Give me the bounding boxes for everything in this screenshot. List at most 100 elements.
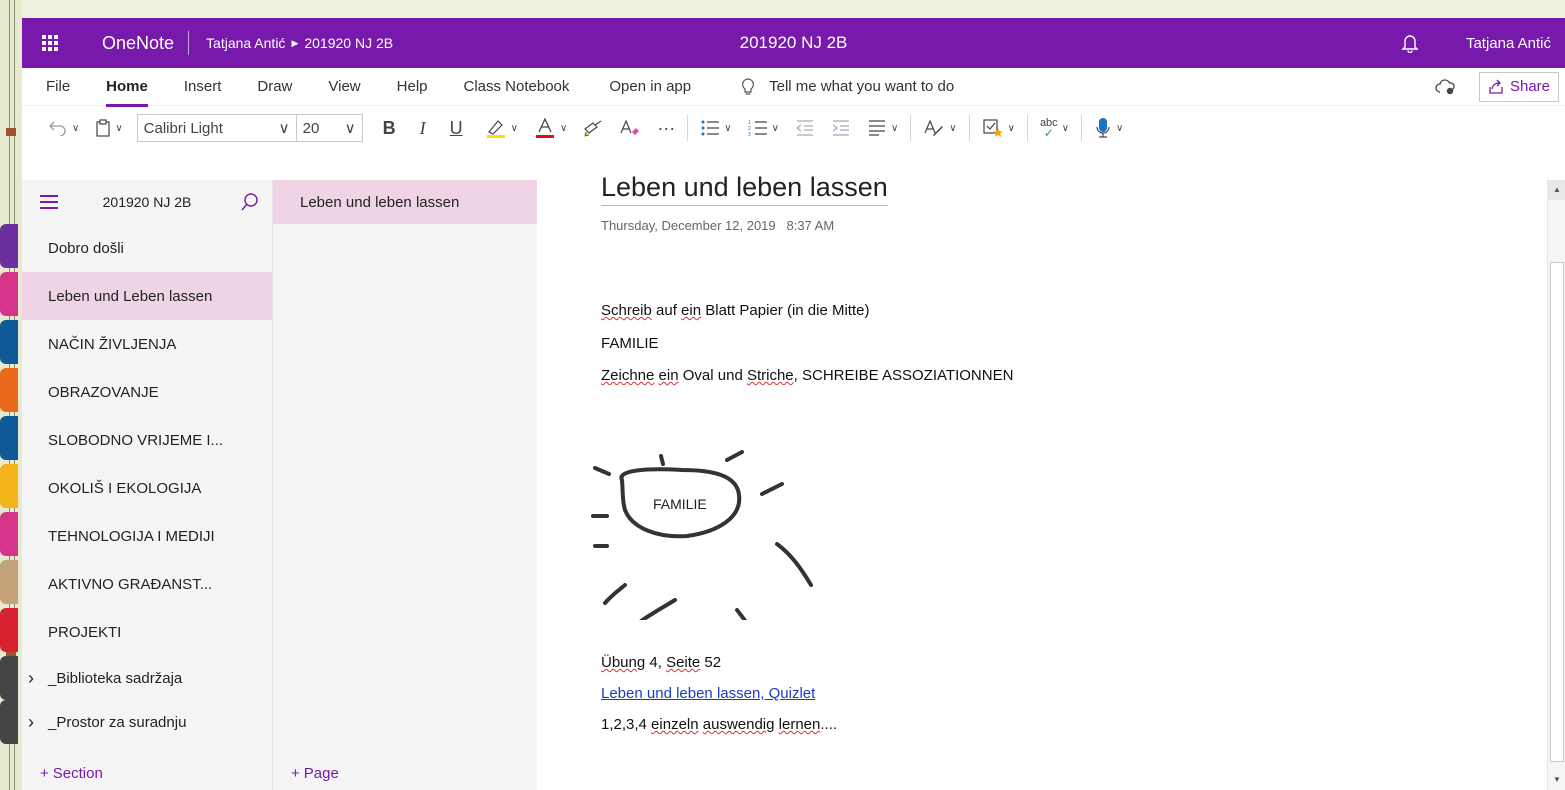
note-line-5[interactable]: Leben und leben lassen, Quizlet — [601, 685, 815, 702]
search-icon[interactable] — [240, 192, 260, 212]
section-item[interactable]: › _Prostor za suradnju — [0, 700, 272, 744]
dictate-button[interactable]: ∨ — [1086, 113, 1131, 143]
app-header: OneNote Tatjana Antić ▶ 201920 NJ 2B 201… — [22, 18, 1565, 68]
underline-button[interactable]: U — [442, 113, 471, 143]
quizlet-link[interactable]: Leben und leben lassen, Quizlet — [601, 685, 815, 702]
align-left-icon — [868, 120, 885, 136]
styles-button[interactable]: ∨ — [915, 113, 964, 143]
section-item[interactable]: Leben und Leben lassen — [0, 272, 272, 320]
page-title[interactable]: Leben und leben lassen — [601, 172, 888, 206]
note-line-6[interactable]: 1,2,3,4 einzeln auswendig lernen.... — [601, 716, 837, 733]
section-item[interactable]: AKTIVNO GRAĐANST... — [0, 560, 272, 608]
tab-draw[interactable]: Draw — [257, 78, 292, 95]
tab-class-notebook[interactable]: Class Notebook — [464, 78, 570, 95]
tab-help[interactable]: Help — [397, 78, 428, 95]
more-formatting-button[interactable]: ··· — [649, 113, 683, 143]
toolbar-separator — [910, 115, 912, 141]
section-item[interactable]: PROJEKTI — [0, 608, 272, 656]
chevron-down-icon: ∨ — [115, 122, 123, 134]
section-item[interactable]: NAČIN ŽIVLJENJA — [0, 320, 272, 368]
decrease-indent-button[interactable] — [787, 113, 823, 143]
note-text: Blatt Papier (in die Mitte) — [701, 302, 870, 319]
ink-drawing-sun[interactable] — [587, 450, 837, 620]
italic-button[interactable]: I — [412, 113, 434, 143]
add-page-button[interactable]: + Page — [273, 756, 537, 790]
note-text: einzeln — [651, 716, 699, 733]
section-item[interactable]: › _Biblioteka sadržaja — [0, 656, 272, 700]
section-label: AKTIVNO GRAĐANST... — [48, 575, 213, 593]
note-text: Übung — [601, 654, 646, 671]
chevron-right-icon[interactable]: › — [28, 712, 34, 733]
highlight-button[interactable]: ∨ — [477, 113, 526, 143]
section-item[interactable]: OBRAZOVANJE — [0, 368, 272, 416]
bullets-button[interactable]: ∨ — [692, 113, 739, 143]
app-launcher-button[interactable] — [22, 18, 78, 68]
tell-me-search[interactable]: Tell me what you want to do — [741, 77, 954, 96]
styles-icon — [924, 119, 944, 136]
section-item[interactable]: OKOLIŠ I EKOLOGIJA — [0, 464, 272, 512]
font-name-dropdown[interactable]: Calibri Light ∨ — [136, 114, 297, 142]
outdent-icon — [795, 120, 813, 136]
note-text: 1,2,3,4 — [601, 716, 652, 733]
plus-icon: + — [40, 764, 49, 782]
toolbar-separator — [687, 115, 689, 141]
clipboard-icon — [96, 119, 110, 137]
section-item[interactable]: SLOBODNO VRIJEME I... — [0, 416, 272, 464]
scroll-down-button[interactable]: ▼ — [1548, 770, 1565, 790]
app-name[interactable]: OneNote — [78, 33, 188, 54]
note-line-2[interactable]: FAMILIE — [601, 335, 659, 352]
font-color-button[interactable]: ∨ — [526, 113, 575, 143]
page-canvas[interactable]: Leben und leben lassen Thursday, Decembe… — [537, 172, 1565, 790]
section-label: NAČIN ŽIVLJENJA — [48, 335, 177, 353]
bold-button[interactable]: B — [375, 113, 404, 143]
scrollbar-thumb[interactable] — [1550, 262, 1564, 762]
font-size-value: 20 — [302, 119, 320, 137]
chevron-down-icon: ∨ — [890, 122, 899, 134]
undo-button[interactable]: ∨ — [40, 113, 87, 143]
section-item[interactable]: TEHNOLOGIJA I MEDIJI — [0, 512, 272, 560]
bell-icon — [1401, 35, 1419, 53]
numbering-button[interactable]: 123 ∨ — [740, 113, 787, 143]
scroll-up-button[interactable]: ▲ — [1548, 180, 1565, 200]
bold-icon: B — [382, 117, 396, 138]
note-line-1[interactable]: Schreib auf ein Blatt Papier (in die Mit… — [601, 302, 869, 319]
tab-view[interactable]: View — [328, 78, 360, 95]
tag-button[interactable]: ∨ — [974, 113, 1023, 143]
sync-status-icon[interactable] — [1435, 78, 1457, 95]
notifications-button[interactable] — [1390, 33, 1430, 53]
clear-formatting-button[interactable] — [611, 113, 649, 143]
section-label: OKOLIŠ I EKOLOGIJA — [48, 479, 202, 497]
tab-insert[interactable]: Insert — [184, 78, 222, 95]
toolbar-separator — [1026, 115, 1028, 141]
increase-indent-button[interactable] — [823, 113, 859, 143]
font-size-dropdown[interactable]: 20 ∨ — [296, 114, 363, 142]
paragraph-align-button[interactable]: ∨ — [859, 113, 906, 143]
breadcrumb: Tatjana Antić ▶ 201920 NJ 2B — [189, 35, 393, 51]
lightbulb-icon — [742, 77, 755, 95]
add-section-button[interactable]: + Section — [22, 756, 272, 790]
note-line-4[interactable]: Übung 4, Seite 52 — [601, 654, 721, 671]
format-painter-button[interactable] — [575, 113, 611, 143]
spelling-button[interactable]: abc ✓ ∨ — [1032, 113, 1077, 143]
note-text: Zeichne — [601, 367, 655, 384]
note-text: Schreib — [601, 302, 652, 319]
tab-home[interactable]: Home — [106, 78, 148, 107]
note-text: Oval und — [678, 367, 747, 384]
share-button[interactable]: Share — [1478, 71, 1559, 102]
section-color-tab — [0, 700, 18, 744]
breadcrumb-notebook[interactable]: 201920 NJ 2B — [304, 35, 393, 51]
section-item[interactable]: Dobro došli — [0, 224, 272, 272]
section-label: Dobro došli — [48, 239, 124, 257]
tab-open-in-app[interactable]: Open in app — [609, 78, 691, 95]
vertical-scrollbar[interactable]: ▲ ▼ — [1547, 180, 1565, 790]
breadcrumb-user[interactable]: Tatjana Antić — [206, 35, 285, 51]
account-menu[interactable]: Tatjana Antić — [1430, 35, 1565, 52]
chevron-right-icon[interactable]: › — [28, 668, 34, 689]
note-text: lernen — [778, 716, 821, 733]
note-line-3[interactable]: Zeichne ein Oval und Striche, SCHREIBE A… — [601, 367, 1013, 384]
page-item[interactable]: Leben und leben lassen — [273, 180, 537, 224]
clipboard-button[interactable]: ∨ — [87, 113, 130, 143]
section-color-tab — [0, 464, 18, 508]
tab-file[interactable]: File — [46, 78, 70, 95]
share-icon — [1489, 79, 1503, 94]
